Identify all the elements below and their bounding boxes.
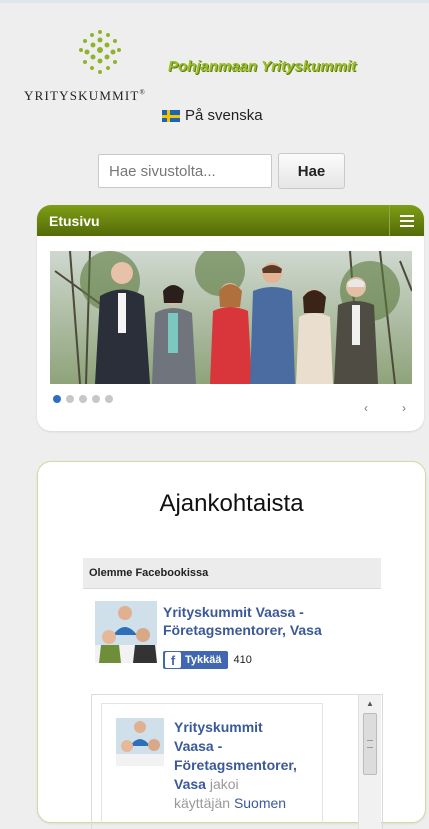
language-switch-label: På svenska bbox=[185, 107, 263, 124]
news-title: Ajankohtaista bbox=[159, 490, 304, 517]
post-shared-text: jakoi bbox=[209, 776, 239, 792]
language-switch-link[interactable]: På svenska bbox=[162, 107, 263, 124]
slider-header: Etusivu bbox=[37, 205, 424, 236]
menu-button[interactable] bbox=[389, 205, 424, 236]
facebook-post: Yrityskummit Vaasa - Företagsmentorer, V… bbox=[101, 703, 323, 824]
facebook-page-thumbnail[interactable] bbox=[95, 601, 157, 663]
facebook-icon: f bbox=[165, 652, 181, 668]
facebook-like-count: 410 bbox=[233, 654, 252, 666]
slider-dot[interactable] bbox=[53, 395, 61, 403]
scrollbar-grip-icon bbox=[367, 740, 373, 748]
slider-card: Etusivu ‹ › bbox=[37, 205, 424, 431]
logo-wordmark: YRITYSKUMMIT® bbox=[24, 88, 147, 103]
logo-dots-icon bbox=[79, 30, 121, 74]
search-button[interactable]: Hae bbox=[278, 153, 345, 189]
slider-dot[interactable] bbox=[66, 395, 74, 403]
facebook-post-text: Yrityskummit Vaasa - Företagsmentorer, V… bbox=[174, 718, 314, 813]
facebook-page-name[interactable]: Yrityskummit Vaasa - Företagsmentorer, V… bbox=[163, 603, 373, 639]
top-border bbox=[0, 0, 429, 3]
facebook-like-label: Tykkää bbox=[185, 654, 222, 666]
news-card: Ajankohtaista Olemme Facebookissa Yritys… bbox=[37, 461, 426, 829]
slider-title: Etusivu bbox=[49, 212, 100, 229]
post-author-line[interactable]: Företagsmentorer, bbox=[174, 757, 297, 773]
slider-prev-icon[interactable]: ‹ bbox=[364, 401, 368, 415]
post-author-line[interactable]: Yrityskummit bbox=[174, 719, 263, 735]
search-input[interactable] bbox=[98, 154, 272, 188]
facebook-like-area: f Tykkää 410 bbox=[163, 651, 252, 669]
scrollbar-thumb[interactable] bbox=[363, 713, 377, 775]
slider-arrows: ‹ › bbox=[364, 401, 406, 415]
slider-photo[interactable] bbox=[50, 251, 412, 384]
site-tagline: Pohjanmaan Yrityskummit bbox=[168, 58, 357, 75]
facebook-widget: Olemme Facebookissa Yrityskummit Vaasa -… bbox=[83, 558, 383, 829]
post-author-line[interactable]: Vasa bbox=[174, 776, 206, 792]
scroll-up-icon[interactable]: ▲ bbox=[366, 699, 374, 708]
slider-dot[interactable] bbox=[92, 395, 100, 403]
search-form: Hae bbox=[98, 153, 345, 189]
slider-dots bbox=[53, 395, 113, 403]
slider-dot[interactable] bbox=[79, 395, 87, 403]
slider-next-icon[interactable]: › bbox=[402, 401, 406, 415]
site-logo[interactable]: YRITYSKUMMIT® bbox=[24, 26, 174, 106]
facebook-like-button[interactable]: f Tykkää bbox=[163, 651, 228, 669]
facebook-post-thumbnail[interactable] bbox=[116, 718, 164, 766]
facebook-page-info: Yrityskummit Vaasa - Företagsmentorer, V… bbox=[83, 589, 381, 681]
slider-dot[interactable] bbox=[105, 395, 113, 403]
facebook-widget-header: Olemme Facebookissa bbox=[83, 558, 381, 589]
swedish-flag-icon bbox=[162, 109, 180, 122]
post-author-line[interactable]: Vaasa - bbox=[174, 738, 222, 754]
hamburger-icon bbox=[400, 214, 414, 227]
